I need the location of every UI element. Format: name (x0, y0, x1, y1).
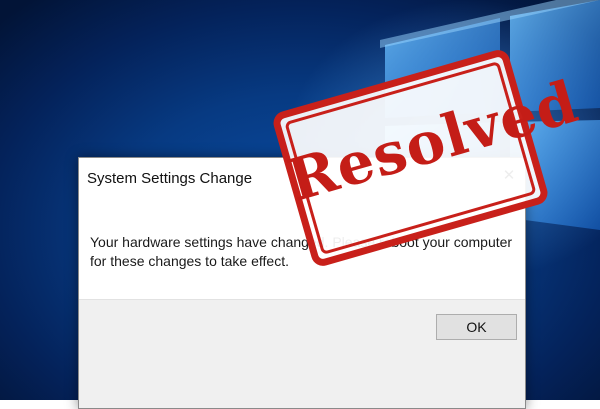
dialog-title: System Settings Change (87, 170, 253, 187)
dialog-message: Your hardware settings have changed. Ple… (90, 234, 513, 269)
system-settings-dialog: System Settings Change ✕ Your hardware s… (78, 157, 526, 409)
ok-button[interactable]: OK (436, 314, 517, 340)
close-icon[interactable]: ✕ (499, 166, 519, 186)
